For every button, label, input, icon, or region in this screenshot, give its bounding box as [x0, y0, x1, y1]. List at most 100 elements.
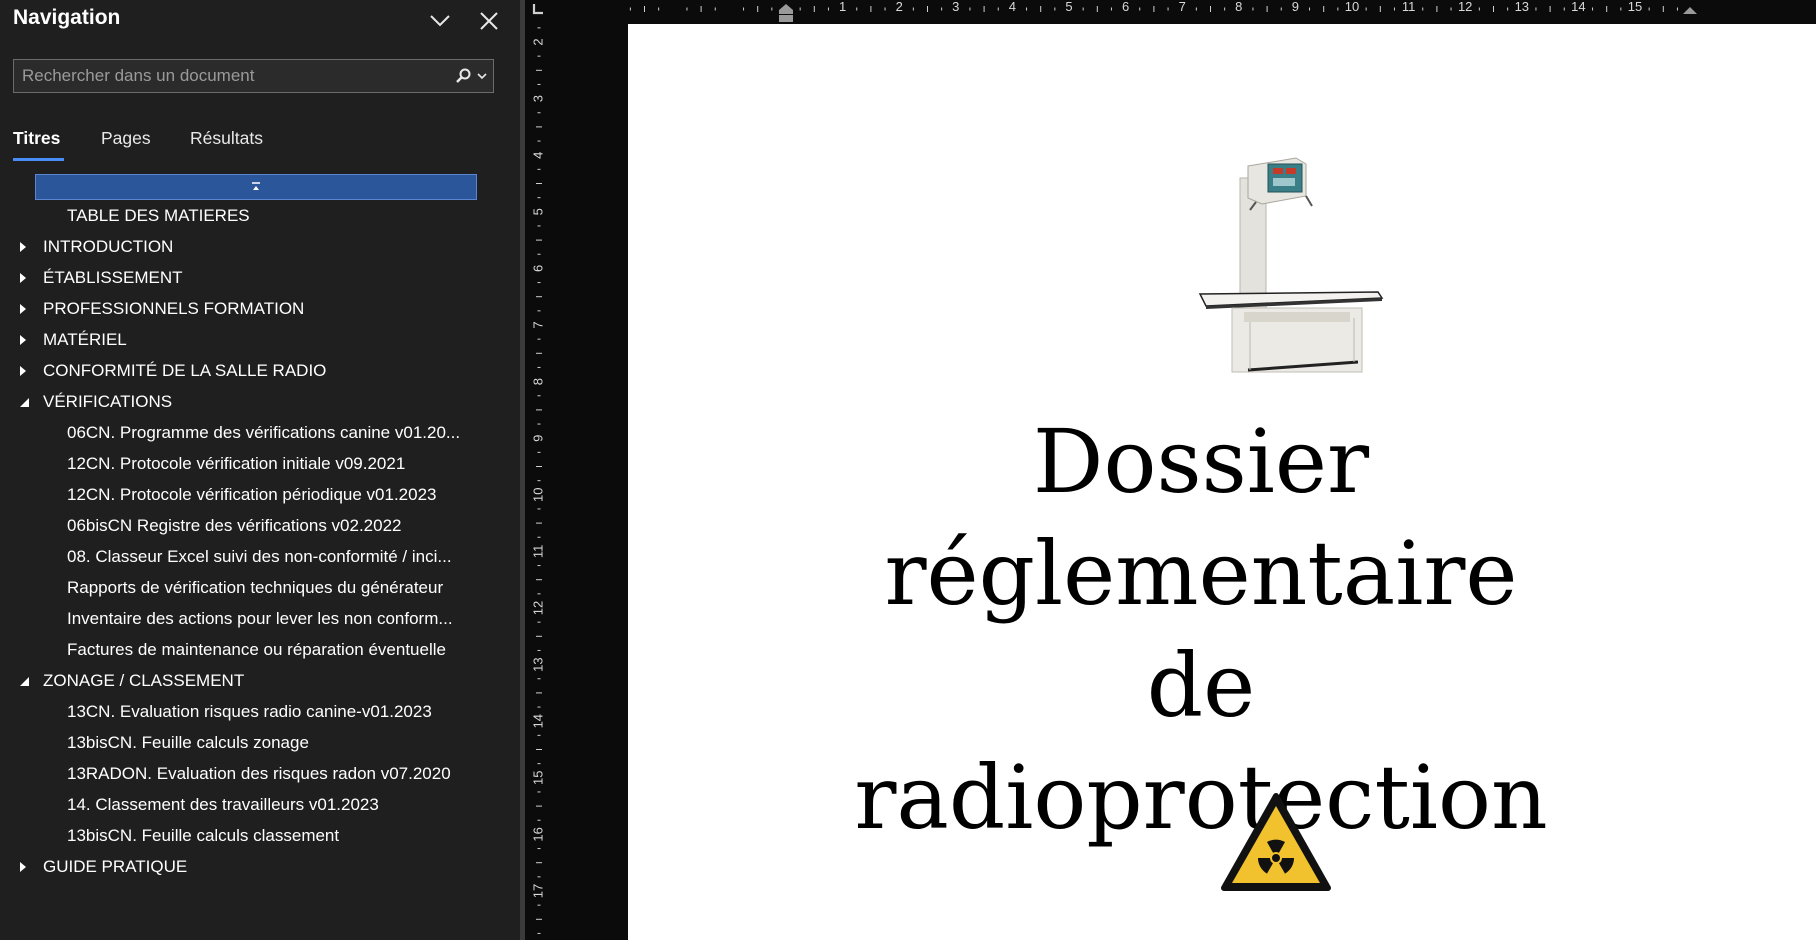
heading-item[interactable]: 13RADON. Evaluation des risques radon v0…	[67, 759, 477, 789]
heading-label: ZONAGE / CLASSEMENT	[43, 671, 245, 690]
ruler-label: 10	[530, 488, 545, 502]
expand-toggle[interactable]	[0, 263, 43, 293]
heading-label: 13CN. Evaluation risques radio canine-v0…	[67, 702, 432, 721]
caret-right-icon	[20, 273, 26, 283]
collapse-toggle[interactable]	[0, 387, 43, 417]
document-title[interactable]: Dossier réglementaire de radioprotection	[851, 406, 1551, 854]
ruler-label: 11	[530, 545, 545, 559]
expand-toggle[interactable]	[0, 294, 43, 324]
ruler-label: 11	[1402, 0, 1416, 14]
caret-down-icon	[20, 676, 29, 686]
heading-label: VÉRIFICATIONS	[43, 392, 173, 411]
heading-label: GUIDE PRATIQUE	[43, 857, 188, 876]
expand-toggle[interactable]	[0, 852, 43, 882]
caret-down-icon	[20, 397, 29, 407]
ruler-labels: 1 2 3 4 5 6 7 8 9 10 11 12 13 14 15	[839, 0, 1642, 14]
heading-item[interactable]: 06CN. Programme des vérifications canine…	[67, 418, 477, 448]
heading-item[interactable]: 13bisCN. Feuille calculs classement	[67, 821, 477, 851]
heading-item[interactable]: 12CN. Protocole vérification périodique …	[67, 480, 477, 510]
ruler-label: 5	[530, 208, 545, 215]
ruler-label: 4	[530, 152, 545, 159]
collapse-to-top-button[interactable]	[35, 174, 477, 200]
ruler-label: 12	[1458, 0, 1472, 14]
caret-right-icon	[20, 366, 26, 376]
heading-item[interactable]: PROFESSIONNELS FORMATION	[0, 294, 304, 324]
tab-pages[interactable]: Pages	[101, 128, 151, 149]
search-options-button[interactable]	[451, 60, 491, 92]
expand-toggle[interactable]	[0, 356, 43, 386]
heading-item[interactable]: GUIDE PRATIQUE	[0, 852, 187, 882]
heading-item[interactable]: 13bisCN. Feuille calculs zonage	[67, 728, 477, 758]
search-box	[13, 59, 494, 93]
heading-item[interactable]: 08. Classeur Excel suivi des non-conform…	[67, 542, 477, 572]
horizontal-ruler[interactable]: 1 2 3 4 5 6 7 8 9 10 11 12 13 14 15	[553, 0, 1816, 24]
caret-right-icon	[20, 335, 26, 345]
heading-label: 08. Classeur Excel suivi des non-conform…	[67, 547, 452, 566]
navigation-pane: Navigation Titres Pages Résultats TABLE …	[0, 0, 520, 940]
heading-item[interactable]: Inventaire des actions pour lever les no…	[67, 604, 477, 634]
ruler-label: 12	[530, 601, 545, 615]
heading-item[interactable]: 12CN. Protocole vérification initiale v0…	[67, 449, 477, 479]
heading-label: TABLE DES MATIERES	[67, 206, 250, 225]
heading-item[interactable]: VÉRIFICATIONS	[0, 387, 172, 417]
ruler-label: 3	[952, 0, 959, 14]
ruler-label: 13	[530, 657, 545, 671]
radiation-hazard-icon	[1221, 793, 1331, 891]
ruler-label: 5	[1065, 0, 1072, 14]
ruler-label: 17	[530, 884, 545, 898]
pane-options-button[interactable]	[423, 6, 457, 36]
heading-item[interactable]: 06bisCN Registre des vérifications v02.2…	[67, 511, 477, 541]
tab-titres[interactable]: Titres	[13, 128, 60, 149]
title-line: réglementaire de	[884, 522, 1518, 737]
tab-resultats[interactable]: Résultats	[190, 128, 263, 149]
heading-item[interactable]: INTRODUCTION	[0, 232, 173, 262]
heading-label: Rapports de vérification techniques du g…	[67, 578, 444, 597]
title-line: radioprotection	[854, 746, 1548, 849]
title-line: Dossier	[1032, 410, 1370, 513]
vertical-ruler[interactable]: 2 3 4 5 6 7 8 9 10 11 12 13 14 15 16 17	[525, 24, 553, 940]
active-tab-indicator	[13, 158, 64, 161]
heading-label: PROFESSIONNELS FORMATION	[43, 299, 305, 318]
ruler-label: 7	[1179, 0, 1186, 14]
tab-selector-button[interactable]	[525, 0, 553, 24]
close-pane-button[interactable]	[472, 6, 506, 36]
document-page[interactable]: Dossier réglementaire de radioprotection	[628, 24, 1816, 940]
tab-stop-icon	[532, 4, 543, 15]
caret-right-icon	[20, 242, 26, 252]
collapse-toggle[interactable]	[0, 666, 43, 696]
caret-right-icon	[20, 304, 26, 314]
ruler-label: 14	[530, 714, 545, 728]
heading-item[interactable]: Factures de maintenance ou réparation év…	[67, 635, 477, 665]
heading-label: INTRODUCTION	[43, 237, 174, 256]
pane-title: Navigation	[13, 6, 121, 29]
heading-item[interactable]: MATÉRIEL	[0, 325, 127, 355]
right-indent-marker[interactable]	[1683, 7, 1697, 14]
expand-toggle[interactable]	[0, 232, 43, 262]
first-line-indent-marker[interactable]	[779, 4, 793, 22]
ruler-label: 9	[530, 435, 545, 442]
collapse-up-icon	[252, 182, 260, 190]
ruler-label: 14	[1571, 0, 1585, 14]
heading-label: 12CN. Protocole vérification initiale v0…	[67, 454, 406, 473]
ruler-label: 15	[1628, 0, 1642, 14]
chevron-down-icon	[430, 15, 450, 27]
heading-label: ÉTABLISSEMENT	[43, 268, 183, 287]
ruler-ticks	[536, 27, 542, 934]
heading-label: MATÉRIEL	[43, 330, 127, 349]
heading-label: 06bisCN Registre des vérifications v02.2…	[67, 516, 402, 535]
heading-item[interactable]: ZONAGE / CLASSEMENT	[0, 666, 244, 696]
expand-toggle[interactable]	[0, 325, 43, 355]
heading-label: 12CN. Protocole vérification périodique …	[67, 485, 437, 504]
heading-item[interactable]: CONFORMITÉ DE LA SALLE RADIO	[0, 356, 326, 386]
heading-item[interactable]: TABLE DES MATIERES	[67, 201, 477, 231]
heading-item[interactable]: ÉTABLISSEMENT	[0, 263, 183, 293]
ruler-label: 1	[839, 0, 846, 14]
dropdown-arrow-icon	[477, 73, 487, 80]
ruler-label: 6	[530, 265, 545, 272]
search-input[interactable]	[14, 60, 454, 92]
heading-item[interactable]: 13CN. Evaluation risques radio canine-v0…	[67, 697, 477, 727]
heading-item[interactable]: Rapports de vérification techniques du g…	[67, 573, 477, 603]
heading-item[interactable]: 14. Classement des travailleurs v01.2023	[67, 790, 477, 820]
heading-label: 13RADON. Evaluation des risques radon v0…	[67, 764, 451, 783]
ruler-label: 13	[1515, 0, 1529, 14]
